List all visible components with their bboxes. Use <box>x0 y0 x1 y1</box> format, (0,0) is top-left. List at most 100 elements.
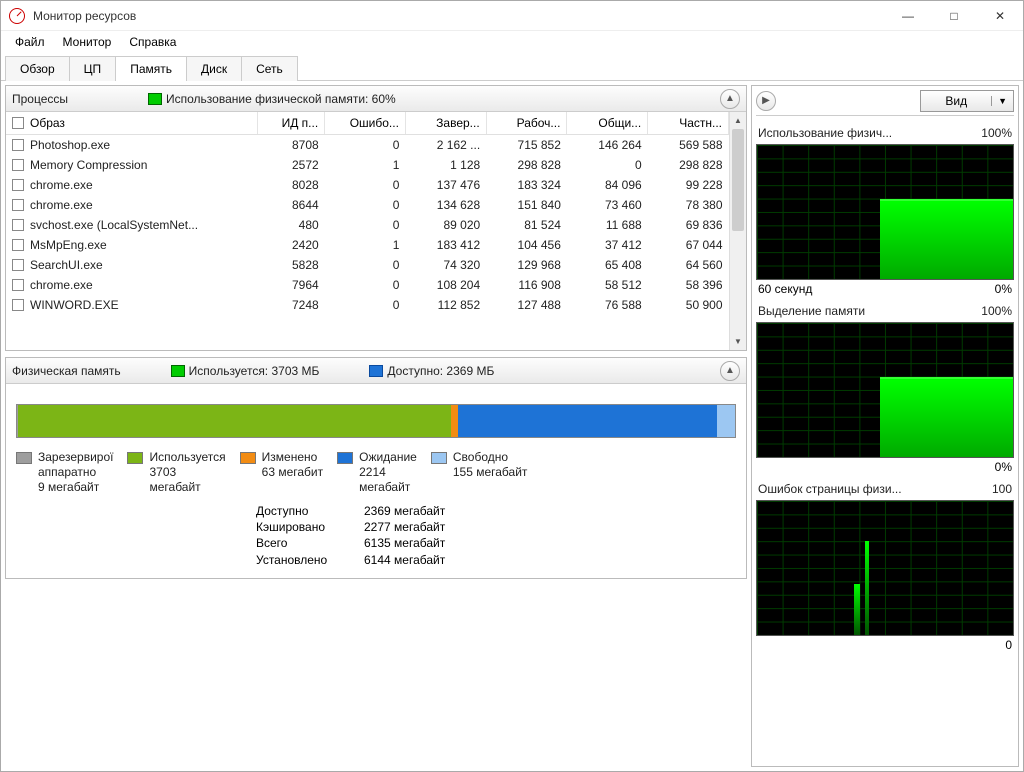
available-metric: Доступно: 2369 МБ <box>369 364 494 378</box>
graph-max: 100% <box>981 304 1012 318</box>
graph-canvas <box>756 144 1014 280</box>
table-row[interactable]: SearchUI.exe 5828074 320129 96865 40864 … <box>6 255 729 275</box>
table-row[interactable]: chrome.exe 86440134 628151 84073 46078 3… <box>6 195 729 215</box>
graph-max: 100% <box>981 126 1012 140</box>
col-image[interactable]: Образ <box>6 112 257 135</box>
view-dropdown[interactable]: Вид ▼ <box>920 90 1014 112</box>
legend-swatch <box>127 452 143 464</box>
legend-swatch <box>337 452 353 464</box>
row-checkbox[interactable] <box>12 239 24 251</box>
memory-bar-segment <box>451 405 458 437</box>
close-button[interactable]: ✕ <box>977 1 1023 31</box>
row-checkbox[interactable] <box>12 159 24 171</box>
process-scrollbar[interactable]: ▲ ▼ <box>729 112 746 350</box>
process-name: Photoshop.exe <box>30 138 110 152</box>
in-use-metric: Используется: 3703 МБ <box>171 364 320 378</box>
tab-bar: Обзор ЦП Память Диск Сеть <box>1 53 1023 81</box>
legend-item: Ожидание2214мегабайт <box>337 450 417 495</box>
collapse-processes-button[interactable]: ▲ <box>720 89 740 109</box>
table-row[interactable]: WINWORD.EXE 72480112 852127 48876 58850 … <box>6 295 729 315</box>
physical-memory-title: Физическая память <box>12 364 121 378</box>
physical-memory-panel: Физическая память Используется: 3703 МБ … <box>5 357 747 579</box>
scroll-up-icon[interactable]: ▲ <box>730 112 746 129</box>
row-checkbox[interactable] <box>12 259 24 271</box>
memory-bar-segment <box>18 405 451 437</box>
graphs-sidebar: ▶ Вид ▼ Использование физич... 100% 60 се… <box>751 85 1019 767</box>
menu-monitor[interactable]: Монитор <box>55 33 120 51</box>
graph-canvas <box>756 322 1014 458</box>
row-checkbox[interactable] <box>12 199 24 211</box>
graph-canvas <box>756 500 1014 636</box>
graph-footer-left: 60 секунд <box>758 282 812 296</box>
menu-bar: Файл Монитор Справка <box>1 31 1023 53</box>
legend-item: Свободно155 мегабайт <box>431 450 528 495</box>
graph-footer-right: 0 <box>1005 638 1012 652</box>
memory-legend: Зарезервироїаппаратно9 мегабайт Используе… <box>16 450 736 495</box>
chevron-down-icon: ▼ <box>991 96 1013 106</box>
col-faults[interactable]: Ошибо... <box>325 112 406 135</box>
row-checkbox[interactable] <box>12 139 24 151</box>
graph-block: Выделение памяти 100% 0% <box>756 302 1014 480</box>
col-private[interactable]: Частн... <box>648 112 729 135</box>
process-name: chrome.exe <box>30 278 93 292</box>
select-all-checkbox[interactable] <box>12 117 24 129</box>
collapse-memory-button[interactable]: ▲ <box>720 361 740 381</box>
processes-title: Процессы <box>12 92 68 106</box>
graph-footer-right: 0% <box>995 460 1012 474</box>
process-name: MsMpEng.exe <box>30 238 107 252</box>
col-working[interactable]: Рабоч... <box>486 112 567 135</box>
row-checkbox[interactable] <box>12 279 24 291</box>
window-title: Монитор ресурсов <box>33 9 885 23</box>
tab-cpu[interactable]: ЦП <box>69 56 117 81</box>
row-checkbox[interactable] <box>12 299 24 311</box>
memory-bar-segment <box>717 405 735 437</box>
table-row[interactable]: svchost.exe (LocalSystemNet... 480089 02… <box>6 215 729 235</box>
legend-item: Изменено63 мегабит <box>240 450 323 495</box>
process-name: svchost.exe (LocalSystemNet... <box>30 218 198 232</box>
tab-overview[interactable]: Обзор <box>5 56 70 81</box>
table-row[interactable]: MsMpEng.exe 24201183 412104 45637 41267 … <box>6 235 729 255</box>
row-checkbox[interactable] <box>12 219 24 231</box>
table-row[interactable]: Memory Compression 257211 128298 8280298… <box>6 155 729 175</box>
graph-block: Ошибок страницы физи... 100 0 <box>756 480 1014 658</box>
tab-network[interactable]: Сеть <box>241 56 298 81</box>
minimize-button[interactable]: — <box>885 1 931 31</box>
legend-item: Зарезервироїаппаратно9 мегабайт <box>16 450 113 495</box>
graph-block: Использование физич... 100% 60 секунд 0% <box>756 124 1014 302</box>
process-name: WINWORD.EXE <box>30 298 119 312</box>
table-row[interactable]: chrome.exe 80280137 476183 32484 09699 2… <box>6 175 729 195</box>
process-name: Memory Compression <box>30 158 147 172</box>
process-name: SearchUI.exe <box>30 258 103 272</box>
expand-graphs-button[interactable]: ▶ <box>756 91 776 111</box>
legend-swatch <box>16 452 32 464</box>
col-commit[interactable]: Завер... <box>405 112 486 135</box>
graph-title: Выделение памяти <box>758 304 865 318</box>
col-pid[interactable]: ИД п... <box>257 112 325 135</box>
titlebar: Монитор ресурсов — □ ✕ <box>1 1 1023 31</box>
memory-bar-segment <box>458 405 717 437</box>
scroll-down-icon[interactable]: ▼ <box>730 333 746 350</box>
graph-title: Использование физич... <box>758 126 892 140</box>
graph-max: 100 <box>992 482 1012 496</box>
processes-panel: Процессы Использование физической памяти… <box>5 85 747 351</box>
process-name: chrome.exe <box>30 178 93 192</box>
memory-usage-metric: Использование физической памяти: 60% <box>148 92 396 106</box>
col-shared[interactable]: Общи... <box>567 112 648 135</box>
table-row[interactable]: Photoshop.exe 870802 162 ...715 852146 2… <box>6 135 729 156</box>
row-checkbox[interactable] <box>12 179 24 191</box>
process-name: chrome.exe <box>30 198 93 212</box>
memory-stats: Доступно2369 мегабайт Кэшировано2277 мег… <box>256 503 736 568</box>
maximize-button[interactable]: □ <box>931 1 977 31</box>
menu-file[interactable]: Файл <box>7 33 53 51</box>
table-row[interactable]: chrome.exe 79640108 204116 90858 51258 3… <box>6 275 729 295</box>
graph-title: Ошибок страницы физи... <box>758 482 902 496</box>
app-icon <box>9 8 25 24</box>
legend-item: Используется3703мегабайт <box>127 450 225 495</box>
tab-memory[interactable]: Память <box>115 56 187 81</box>
tab-disk[interactable]: Диск <box>186 56 242 81</box>
legend-swatch <box>431 452 447 464</box>
process-table[interactable]: Образ ИД п... Ошибо... Завер... Рабоч...… <box>6 112 729 350</box>
graph-footer-right: 0% <box>995 282 1012 296</box>
memory-usage-label: Использование физической памяти: 60% <box>166 92 396 106</box>
menu-help[interactable]: Справка <box>121 33 184 51</box>
